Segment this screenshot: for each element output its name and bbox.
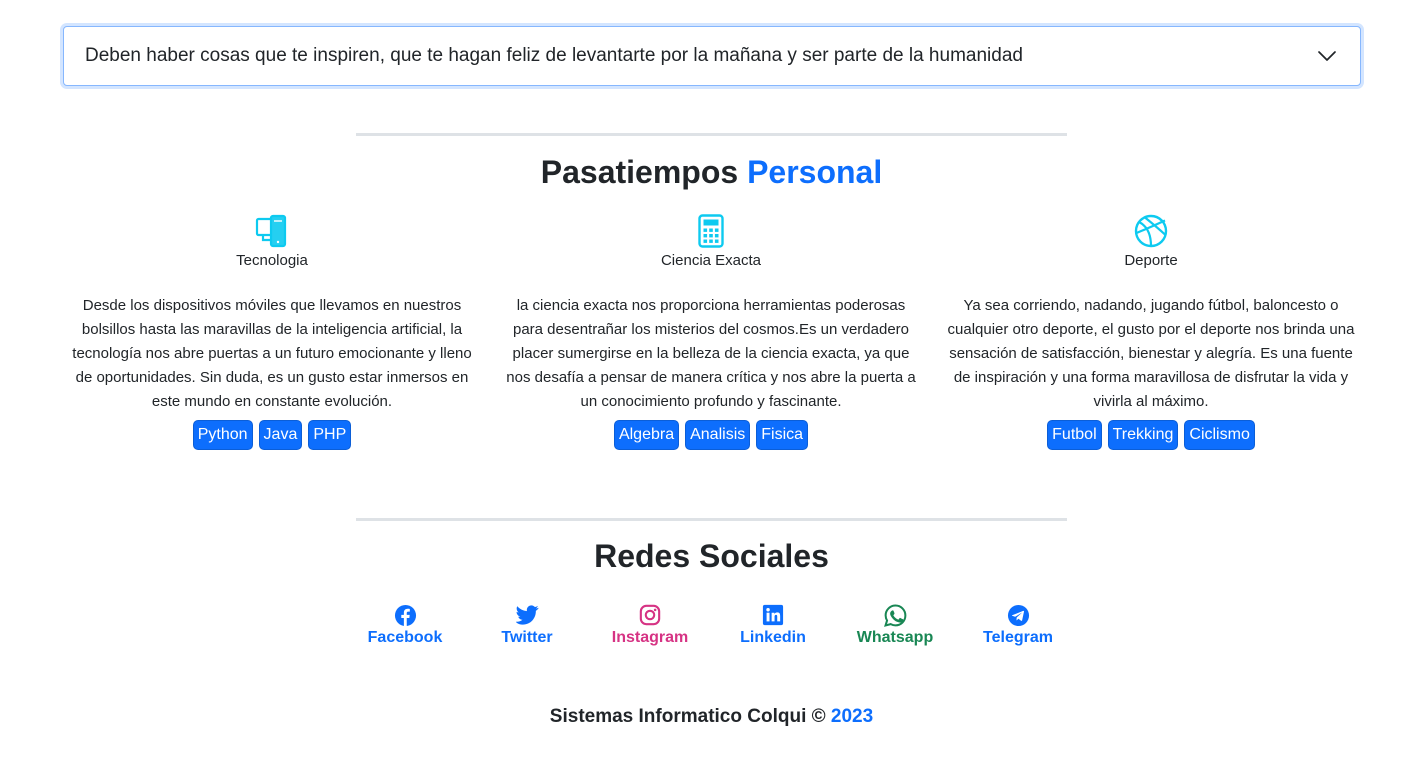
social-link-telegram[interactable]: Telegram — [958, 603, 1078, 647]
footer-year: 2023 — [830, 706, 874, 727]
social-label: Whatsapp — [856, 629, 934, 646]
social-label: Linkedin — [740, 629, 806, 646]
social-label: Telegram — [983, 629, 1053, 646]
calculator-icon — [698, 214, 724, 248]
hobbies-title-accent: Personal — [747, 154, 883, 190]
social-link-linkedin[interactable]: Linkedin — [713, 603, 833, 647]
social-link-facebook[interactable]: Facebook — [345, 603, 465, 647]
social-link-instagram[interactable]: Instagram — [590, 603, 710, 647]
hobby-name: Deporte — [1124, 252, 1178, 269]
tag-algebra[interactable]: Algebra — [613, 420, 680, 450]
basketball-icon — [1134, 214, 1168, 248]
social-label: Twitter — [501, 629, 553, 646]
tag-list: Python Java PHP — [62, 420, 482, 450]
tag-php[interactable]: PHP — [308, 420, 352, 450]
twitter-icon — [515, 605, 539, 625]
hobbies-section-title: Pasatiempos Personal — [0, 154, 1423, 191]
social-link-whatsapp[interactable]: Whatsapp — [835, 603, 955, 647]
devices-icon — [255, 214, 287, 248]
tag-java[interactable]: Java — [258, 420, 303, 450]
social-section-title: Redes Sociales — [594, 538, 829, 574]
tag-fisica[interactable]: Fisica — [756, 420, 809, 450]
section-divider — [356, 518, 1067, 521]
tag-python[interactable]: Python — [192, 420, 253, 450]
tag-list: Algebra Analisis Fisica — [501, 420, 921, 450]
hobby-card-tecnologia: Tecnologia Desde los dispositivos móvile… — [62, 212, 482, 450]
hobbies-title-main: Pasatiempos — [540, 154, 739, 190]
tag-futbol[interactable]: Futbol — [1047, 420, 1102, 450]
tag-ciclismo[interactable]: Ciclismo — [1184, 420, 1255, 450]
instagram-icon — [639, 604, 661, 626]
hobby-name: Ciencia Exacta — [660, 252, 762, 269]
tag-trekking[interactable]: Trekking — [1107, 420, 1179, 450]
linkedin-icon — [762, 604, 784, 626]
whatsapp-icon — [883, 604, 906, 627]
hobbies-list: Tecnologia Desde los dispositivos móvile… — [0, 212, 1423, 472]
facebook-icon — [394, 604, 416, 626]
chevron-down-icon — [1318, 51, 1336, 61]
hobby-card-deporte: Deporte Ya sea corriendo, nadando, jugan… — [941, 212, 1361, 450]
hobby-description: la ciencia exacta nos proporciona herram… — [506, 297, 916, 410]
social-link-twitter[interactable]: Twitter — [467, 603, 587, 647]
hobby-card-ciencia-exacta: Ciencia Exacta la ciencia exacta nos pro… — [501, 212, 921, 450]
tag-analisis[interactable]: Analisis — [685, 420, 751, 450]
tag-list: Futbol Trekking Ciclismo — [941, 420, 1361, 450]
social-label: Instagram — [611, 629, 689, 646]
footer-text: Sistemas Informatico Colqui © — [549, 706, 826, 727]
telegram-icon — [1007, 604, 1029, 626]
accordion-header[interactable]: Deben haber cosas que te inspiren, que t… — [63, 26, 1361, 86]
section-divider — [356, 133, 1067, 136]
accordion-title: Deben haber cosas que te inspiren, que t… — [85, 45, 1023, 66]
hobby-description: Ya sea corriendo, nadando, jugando fútbo… — [947, 297, 1355, 410]
social-label: Facebook — [367, 629, 443, 646]
hobby-name: Tecnologia — [236, 252, 308, 269]
footer: Sistemas Informatico Colqui © 2023 — [0, 706, 1423, 728]
hobby-description: Desde los dispositivos móviles que lleva… — [72, 297, 472, 410]
